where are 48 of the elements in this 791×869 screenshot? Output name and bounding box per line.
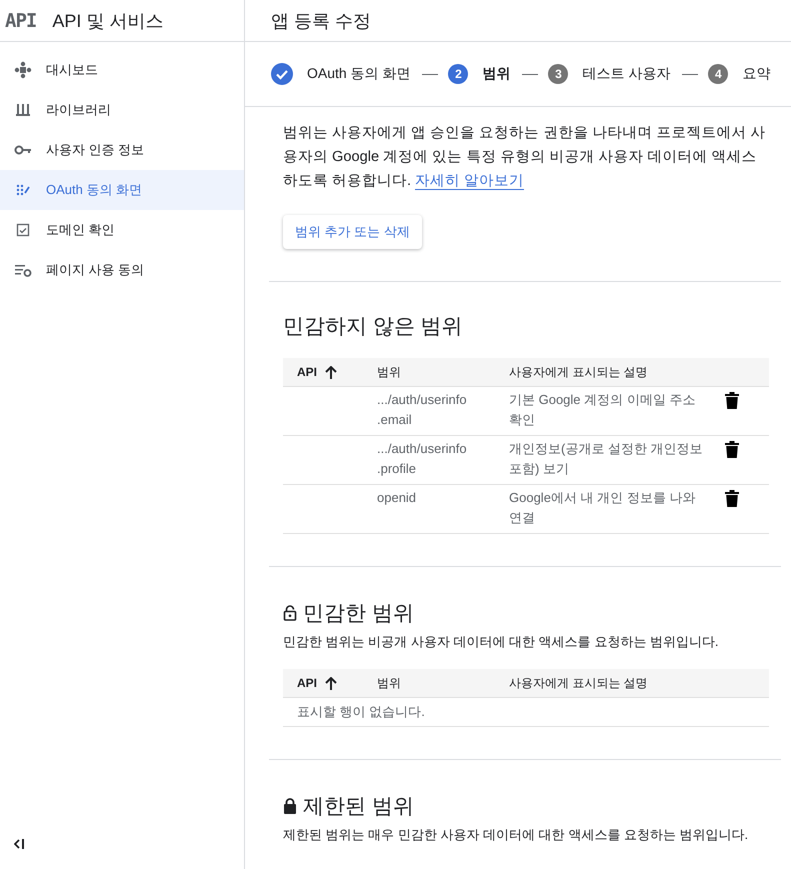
delete-icon[interactable]	[725, 490, 741, 508]
table-cell-text: 개인정보(공개로 설정한 개인정보 포함) 보기	[508, 440, 704, 478]
sidebar-item[interactable]: 페이지 사용 동의	[0, 250, 244, 290]
sidebar-item[interactable]: 라이브러리	[0, 90, 244, 130]
column-header[interactable]: 사용자에게 표시되는 설명	[509, 364, 648, 380]
delete-icon[interactable]	[725, 441, 741, 459]
sidebar-item[interactable]: 대시보드	[0, 50, 244, 90]
step-number: 3	[548, 64, 568, 84]
add-remove-scopes-button[interactable]: 범위 추가 또는 삭제	[283, 215, 422, 249]
section-title: 민감하지 않은 범위	[283, 314, 463, 340]
column-header[interactable]: 범위	[377, 364, 401, 380]
section-description: 제한된 범위는 매우 민감한 사용자 데이터에 대한 액세스를 요청하는 범위입니다.	[283, 826, 750, 844]
table-cell-text: .../auth/userinfo.profile	[376, 440, 468, 478]
intro-paragraph: 범위는 사용자에게 앱 승인을 요청하는 권한을 나타내며 프로젝트에서 사용자의 Google 계정에 있는 특정 유형의 비공개 사용자 데이터에 액세스하도록 허용합니다. 자세히 알아보기	[283, 124, 766, 192]
unlocked-lock-icon	[283, 605, 297, 621]
column-header[interactable]: API	[297, 365, 318, 379]
checkbox-icon	[14, 221, 32, 239]
library-icon	[14, 101, 32, 119]
step-label[interactable]: 요약	[742, 65, 770, 83]
step-label[interactable]: OAuth 동의 화면	[307, 65, 410, 83]
page-title: 앱 등록 수정	[271, 10, 372, 32]
table-cell-text: 기본 Google 계정의 이메일 주소 확인	[508, 391, 696, 429]
section-title: 제한된 범위	[303, 794, 414, 820]
learn-more-link[interactable]: 자세히 알아보기	[415, 173, 524, 190]
table-cell-text: Google에서 내 개인 정보를 나와 연결	[508, 489, 696, 527]
sort-up-arrow-icon[interactable]	[325, 366, 338, 378]
column-header[interactable]: 범위	[377, 674, 401, 692]
column-header[interactable]: API	[297, 676, 318, 690]
sidebar-title: API 및 서비스	[52, 10, 164, 32]
sort-up-arrow-icon[interactable]	[325, 676, 338, 690]
empty-table-message: 표시할 행이 없습니다.	[283, 698, 769, 727]
step-number: 2	[448, 64, 468, 84]
step-label[interactable]: 범위	[482, 65, 510, 83]
sidebar-item[interactable]: OAuth 동의 화면	[0, 170, 244, 210]
step-label[interactable]: 테스트 사용자	[582, 65, 670, 83]
table-cell-text: openid	[376, 489, 418, 507]
column-header[interactable]: 사용자에게 표시되는 설명	[509, 674, 648, 692]
sidebar-item[interactable]: 사용자 인증 정보	[0, 130, 244, 170]
sidebar-item[interactable]: 도메인 확인	[0, 210, 244, 250]
step-number: 4	[708, 64, 728, 84]
section-description: 민감한 범위는 비공개 사용자 데이터에 대한 액세스를 요청하는 범위입니다.	[283, 633, 720, 651]
delete-icon[interactable]	[725, 392, 741, 410]
section-title: 민감한 범위	[303, 601, 414, 627]
table-cell-text: .../auth/userinfo.email	[376, 391, 468, 429]
collapse-sidebar-icon[interactable]	[14, 839, 25, 849]
lock-icon	[283, 798, 297, 814]
logo: API	[5, 10, 36, 32]
dots-cluster-icon	[14, 61, 32, 79]
